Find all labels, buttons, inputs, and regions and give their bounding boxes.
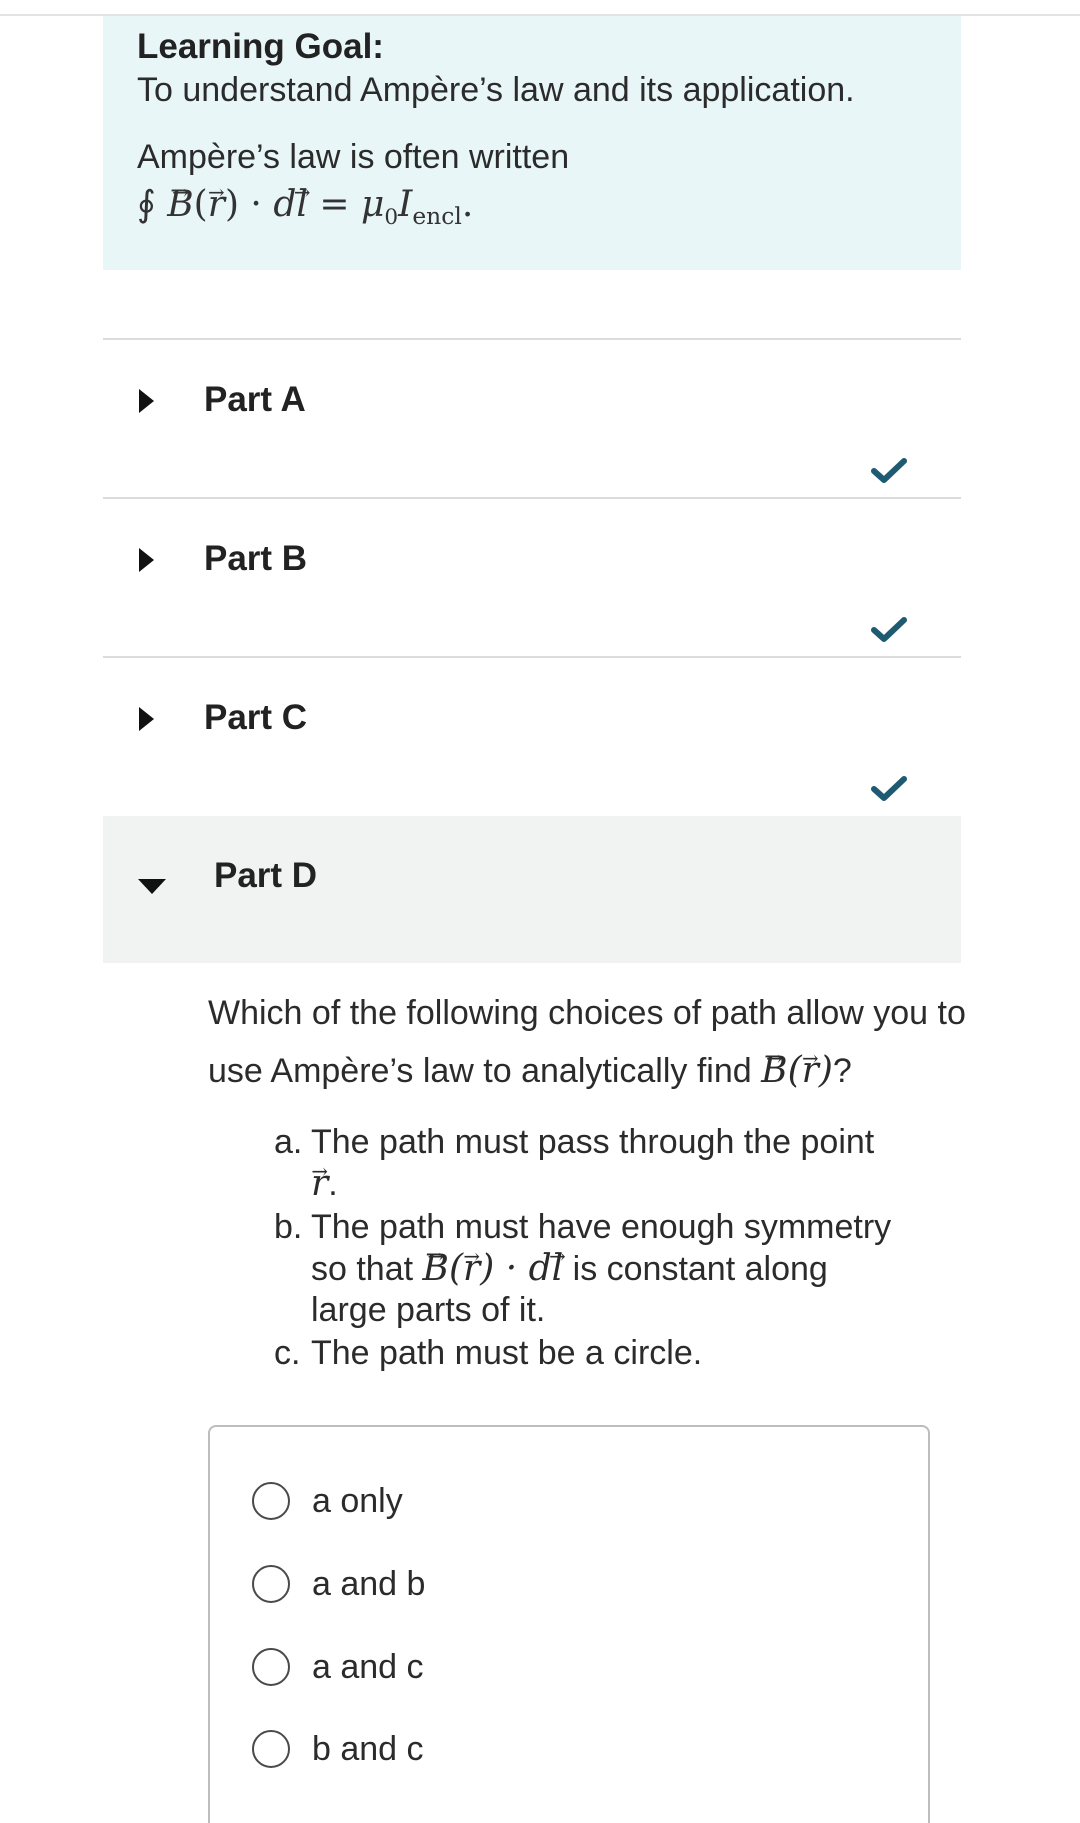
option-text: The path must pass through the point r.: [311, 1122, 894, 1205]
choice-label: a only: [312, 1481, 403, 1520]
answer-choices-box: a only a and b a and c b and c: [208, 1425, 930, 1823]
choice-b-and-c[interactable]: b and c: [252, 1727, 424, 1771]
part-c-label: Part C: [204, 698, 308, 737]
path-option-b: b. The path must have enough symmetry so…: [274, 1207, 894, 1331]
choice-a-only[interactable]: a only: [252, 1479, 403, 1523]
question-text: Which of the following choices of path a…: [208, 985, 978, 1100]
part-a-label: Part A: [204, 380, 306, 419]
triangle-right-icon: [139, 389, 154, 413]
choice-label: b and c: [312, 1729, 424, 1768]
option-letter: b.: [274, 1208, 303, 1246]
checkmark-icon: [871, 776, 907, 801]
option-letter: c.: [274, 1334, 301, 1372]
ampere-law-intro: Ampère’s law is often written: [137, 138, 570, 176]
radio-circle-icon[interactable]: [252, 1482, 290, 1520]
checkmark-icon: [871, 617, 907, 642]
ampere-law-formula: ∮ B(r) · dl = μ0Iencl.: [137, 181, 961, 242]
choice-a-and-c[interactable]: a and c: [252, 1645, 424, 1689]
radio-circle-icon[interactable]: [252, 1730, 290, 1768]
checkmark-icon: [871, 458, 907, 483]
part-d-label: Part D: [214, 856, 318, 895]
triangle-right-icon: [139, 548, 154, 572]
part-b-row[interactable]: Part B: [103, 497, 961, 655]
option-text: The path must have enough symmetry so th…: [311, 1207, 894, 1331]
option-letter: a.: [274, 1123, 303, 1161]
learning-goal-text: To understand Ampère’s law and its appli…: [137, 71, 855, 109]
part-a-row[interactable]: Part A: [103, 338, 961, 496]
learning-goal-heading: Learning Goal:: [137, 27, 384, 66]
triangle-down-icon: [138, 879, 166, 894]
part-c-row[interactable]: Part C: [103, 656, 961, 814]
path-option-c: c. The path must be a circle.: [274, 1333, 894, 1374]
path-options-list: a. The path must pass through the point …: [274, 1122, 894, 1376]
path-option-a: a. The path must pass through the point …: [274, 1122, 894, 1205]
learning-goal-box: Learning Goal: To understand Ampère’s la…: [103, 16, 961, 270]
option-text: The path must be a circle.: [311, 1334, 703, 1372]
triangle-right-icon: [139, 707, 154, 731]
part-b-label: Part B: [204, 539, 308, 578]
radio-circle-icon[interactable]: [252, 1648, 290, 1686]
part-d-row[interactable]: Part D: [103, 816, 961, 963]
choice-label: a and b: [312, 1564, 426, 1603]
choice-label: a and c: [312, 1647, 424, 1686]
radio-circle-icon[interactable]: [252, 1565, 290, 1603]
choice-a-and-b[interactable]: a and b: [252, 1562, 425, 1606]
